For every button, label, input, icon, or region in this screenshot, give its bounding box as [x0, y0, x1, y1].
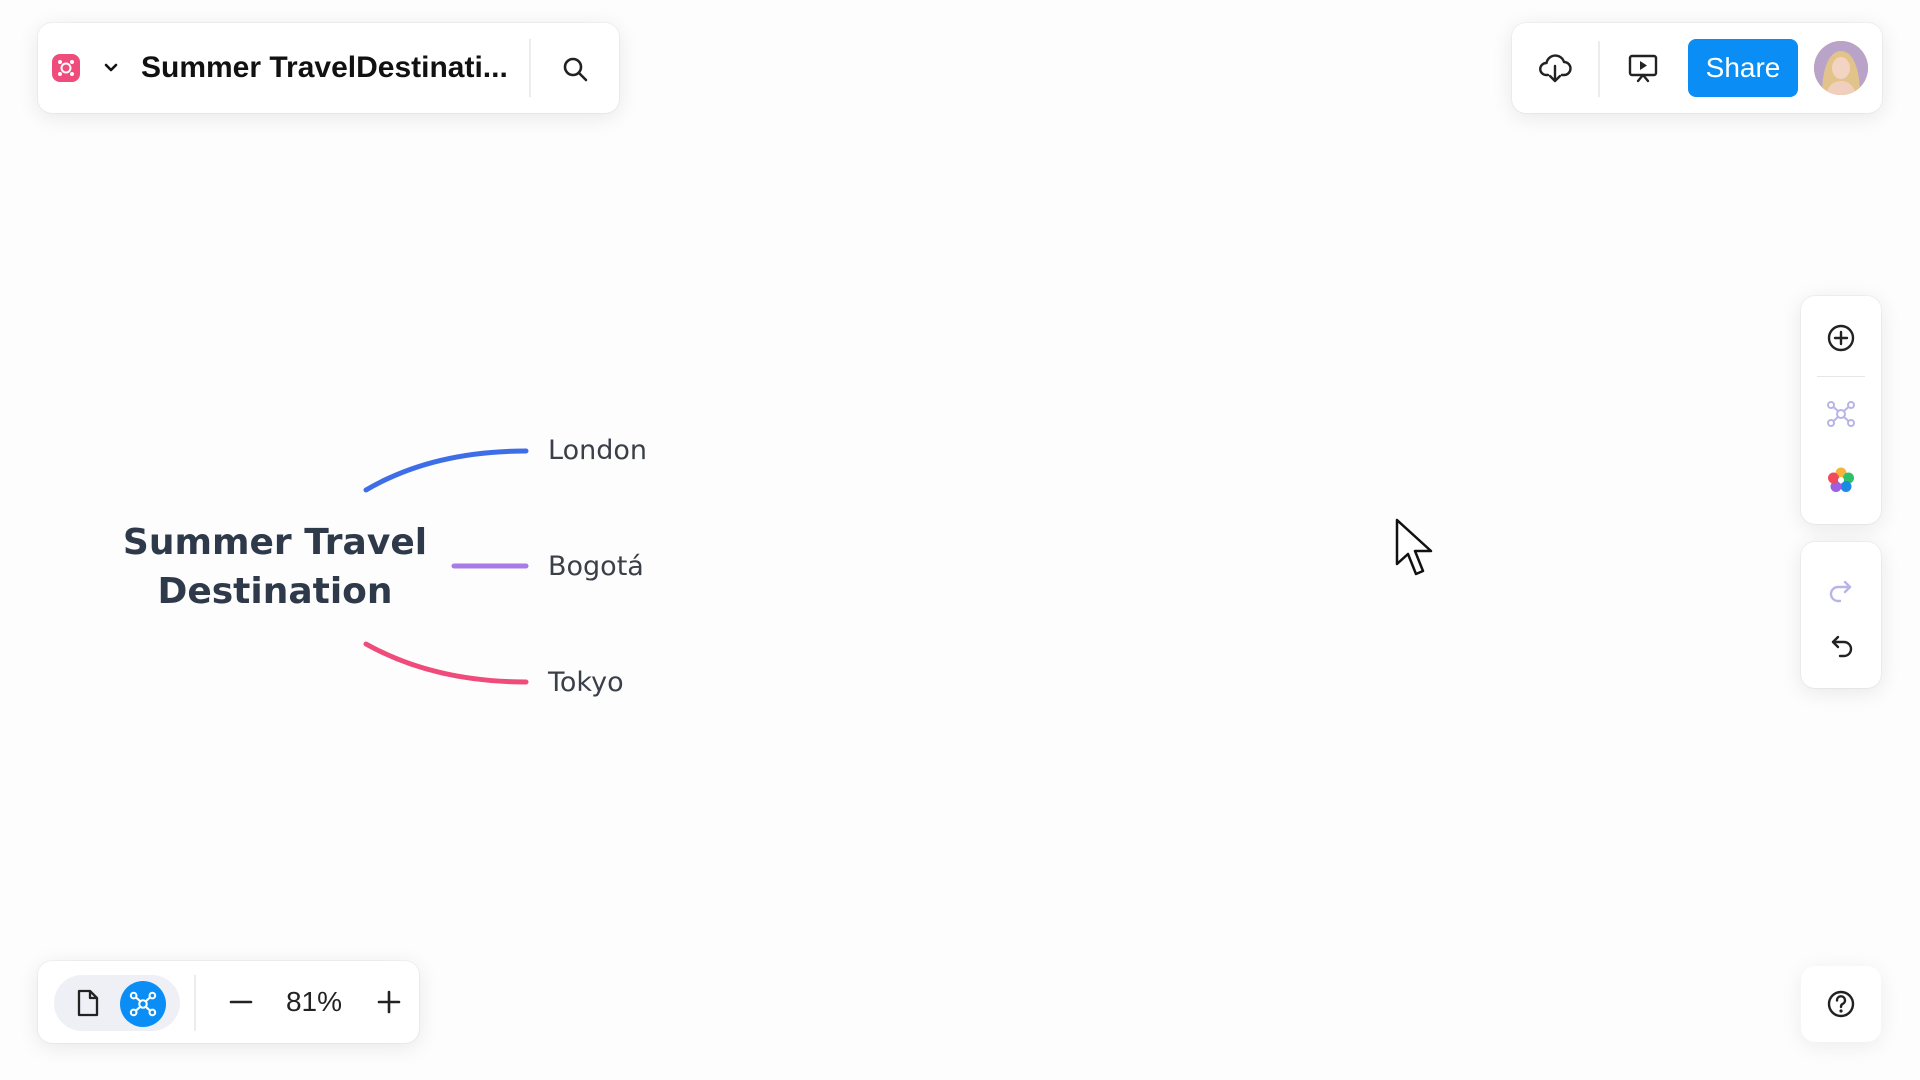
divider — [194, 975, 196, 1031]
top-right-toolbar: Share — [1512, 23, 1882, 113]
theme-button[interactable] — [1817, 456, 1865, 504]
mindmap-logo-icon[interactable] — [52, 54, 80, 82]
download-button[interactable] — [1532, 45, 1578, 91]
document-title[interactable]: Summer TravelDestinati... — [141, 50, 526, 86]
undo-button[interactable] — [1817, 622, 1865, 670]
view-mode-toggle — [54, 975, 180, 1031]
link-tokyo — [363, 641, 529, 685]
right-tool-rail — [1801, 296, 1881, 524]
help-panel — [1801, 966, 1881, 1042]
link-london — [363, 448, 529, 493]
mindmap-view-button[interactable] — [120, 981, 166, 1027]
cloud-download-icon — [1539, 54, 1572, 83]
redo-button[interactable] — [1817, 566, 1865, 614]
central-topic[interactable]: Summer Travel Destination — [100, 518, 450, 616]
mindmap-structure-icon — [1827, 401, 1855, 427]
branch-bogota[interactable]: Bogotá — [548, 551, 644, 583]
add-topic-button[interactable] — [1817, 314, 1865, 362]
mindmap-canvas[interactable]: Summer Travel Destination London Bogotá … — [0, 0, 1920, 1080]
undo-icon — [1831, 635, 1853, 658]
search-button[interactable] — [553, 47, 597, 91]
add-circle-icon — [1827, 324, 1855, 352]
redo-icon — [1829, 580, 1852, 603]
history-rail — [1801, 542, 1881, 688]
central-topic-line1: Summer Travel — [122, 522, 428, 563]
divider — [1817, 376, 1865, 377]
title-bar: Summer TravelDestinati... — [38, 23, 619, 113]
document-icon — [77, 989, 99, 1017]
view-zoom-bar: 81% — [38, 961, 419, 1043]
outline-view-button[interactable] — [72, 987, 104, 1019]
divider — [1598, 41, 1600, 97]
search-icon — [563, 57, 588, 82]
present-icon — [1628, 54, 1658, 83]
chevron-down-icon[interactable] — [100, 57, 122, 79]
divider — [529, 39, 531, 97]
zoom-in-button[interactable] — [368, 981, 410, 1023]
color-palette-icon — [1828, 467, 1854, 492]
zoom-level: 81% — [285, 986, 343, 1017]
central-topic-line2: Destination — [157, 571, 393, 612]
plus-icon — [377, 990, 401, 1014]
minus-icon — [229, 1000, 253, 1004]
present-button[interactable] — [1620, 45, 1666, 91]
share-button[interactable]: Share — [1688, 39, 1798, 97]
branch-tokyo[interactable]: Tokyo — [548, 667, 624, 699]
structure-button[interactable] — [1817, 390, 1865, 438]
avatar[interactable] — [1814, 41, 1868, 95]
mindmap-structure-icon — [129, 991, 157, 1017]
branch-london[interactable]: London — [548, 435, 647, 467]
help-icon — [1827, 990, 1855, 1018]
mouse-pointer-icon — [1395, 518, 1433, 576]
help-button[interactable] — [1817, 980, 1865, 1028]
zoom-out-button[interactable] — [220, 981, 262, 1023]
